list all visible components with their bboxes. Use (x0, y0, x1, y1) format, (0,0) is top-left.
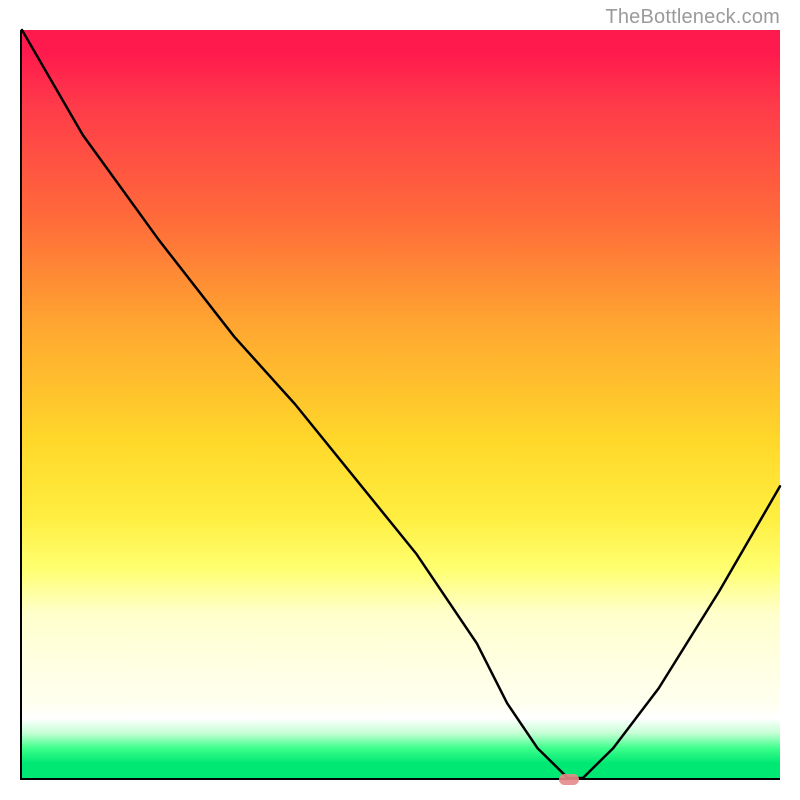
watermark-text: TheBottleneck.com (605, 6, 780, 29)
bottleneck-curve (22, 30, 780, 778)
chart-container: TheBottleneck.com (0, 0, 800, 800)
curve-svg (22, 30, 780, 778)
plot-area (20, 30, 780, 780)
optimal-point-marker (559, 774, 579, 785)
